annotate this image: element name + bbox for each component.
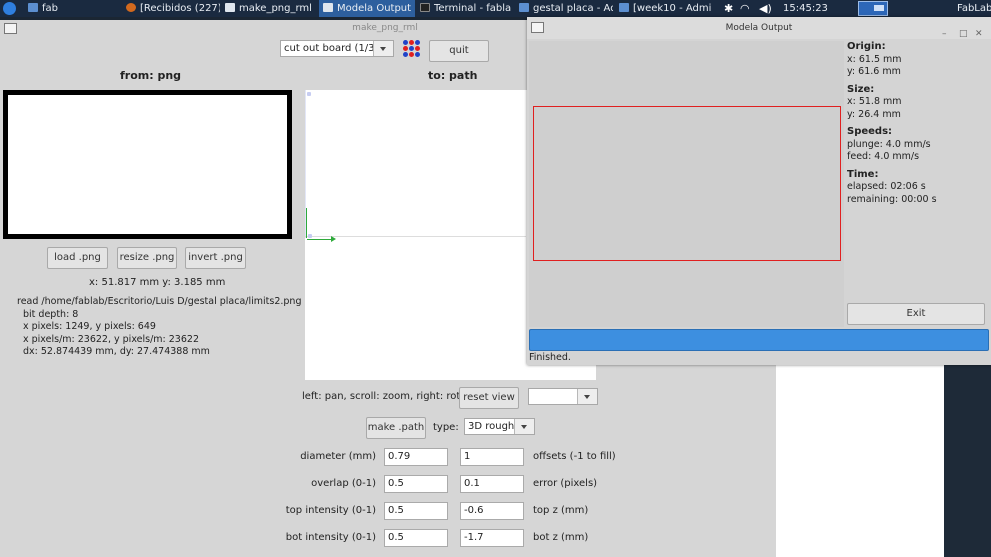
- folder-icon: [519, 3, 529, 12]
- overlap-label: overlap (0-1): [311, 478, 376, 489]
- x-axis-line: [307, 239, 333, 240]
- bot-intensity-field[interactable]: 0.5: [384, 529, 448, 547]
- to-header: to: path: [428, 69, 478, 82]
- elapsed-time: elapsed: 02:06 s: [847, 181, 926, 192]
- task-fab[interactable]: fab: [28, 0, 118, 17]
- offsets-field[interactable]: 1: [460, 448, 524, 466]
- remaining-time: remaining: 00:00 s: [847, 193, 937, 205]
- info-dimensions: dx: 52.874439 mm, dy: 27.474388 mm: [23, 346, 210, 357]
- window-menu-icon[interactable]: [4, 23, 17, 34]
- task-email[interactable]: [Recibidos (227)...: [126, 0, 220, 17]
- quit-button[interactable]: quit: [429, 40, 489, 62]
- background-window: [776, 365, 944, 557]
- type-select[interactable]: 3D rough: [464, 418, 535, 435]
- window-icon: [323, 3, 333, 12]
- workspace-switcher-icon[interactable]: [858, 1, 888, 16]
- grid-line: [305, 236, 526, 237]
- chevron-down-icon: [577, 389, 597, 404]
- clock[interactable]: 15:45:23: [783, 0, 828, 17]
- window-menu-icon[interactable]: [531, 22, 544, 33]
- bot-z-label: bot z (mm): [533, 532, 589, 543]
- error-label: error (pixels): [533, 478, 598, 489]
- chevron-down-icon: [514, 419, 534, 434]
- modela-title: Modela Output: [725, 23, 793, 33]
- toolpath-canvas: [529, 41, 844, 327]
- task-gestal-placa[interactable]: gestal placa - Ad...: [519, 0, 613, 17]
- status-text: Finished.: [529, 352, 571, 363]
- window-icon: [225, 3, 235, 12]
- top-intensity-field[interactable]: 0.5: [384, 502, 448, 520]
- folder-icon: [619, 3, 629, 12]
- cursor-coordinates: x: 51.817 mm y: 3.185 mm: [89, 277, 226, 288]
- progress-bar: [529, 329, 989, 351]
- overlap-field[interactable]: 0.5: [384, 475, 448, 493]
- machine-logo-icon: [403, 40, 421, 58]
- corner-marker: [307, 92, 311, 96]
- y-axis-line: [306, 208, 307, 238]
- desktop-background: [944, 365, 991, 557]
- time-label: Time:: [847, 168, 879, 180]
- toolpath-outline: [533, 106, 841, 261]
- info-pixels: x pixels: 1249, y pixels: 649: [23, 321, 156, 332]
- origin-label: Origin:: [847, 41, 886, 52]
- origin-y: y: 61.6 mm: [847, 66, 901, 77]
- task-week10[interactable]: [week10 - Admi...: [619, 0, 711, 17]
- process-select[interactable]: cut out board (1/32): [280, 40, 394, 57]
- top-z-label: top z (mm): [533, 505, 589, 516]
- top-z-field[interactable]: -0.6: [460, 502, 524, 520]
- modela-titlebar[interactable]: Modela Output – □ ✕: [527, 17, 991, 39]
- size-x: x: 51.8 mm: [847, 96, 902, 107]
- png-image: [8, 95, 287, 234]
- png-info: read /home/fablab/Escritorio/Luis D/gest…: [17, 296, 301, 359]
- resize-png-button[interactable]: resize .png: [117, 247, 177, 269]
- wifi-icon[interactable]: ◠: [740, 0, 750, 17]
- load-png-button[interactable]: load .png: [47, 247, 108, 269]
- start-menu-icon[interactable]: [3, 2, 16, 15]
- offsets-label: offsets (-1 to fill): [533, 451, 616, 462]
- task-make-png-rml[interactable]: make_png_rml: [225, 0, 315, 17]
- size-label: Size:: [847, 83, 875, 95]
- info-pixels-per-m: x pixels/m: 23622, y pixels/m: 23622: [23, 333, 199, 345]
- diameter-field[interactable]: 0.79: [384, 448, 448, 466]
- from-header: from: png: [120, 69, 182, 82]
- chevron-down-icon: [373, 41, 393, 56]
- feed-speed: feed: 4.0 mm/s: [847, 151, 920, 162]
- corner-marker: [308, 234, 312, 238]
- info-bit-depth: bit depth: 8: [23, 308, 79, 320]
- size-y: y: 26.4 mm: [847, 108, 901, 120]
- view-select[interactable]: [528, 388, 598, 405]
- bot-intensity-label: bot intensity (0-1): [285, 532, 376, 543]
- firefox-icon: [126, 3, 136, 12]
- exit-button[interactable]: Exit: [847, 303, 985, 325]
- view-hint: left: pan, scroll: zoom, right: rotate: [302, 391, 477, 402]
- top-intensity-label: top intensity (0-1): [285, 505, 376, 516]
- plunge-speed: plunge: 4.0 mm/s: [847, 138, 931, 150]
- invert-png-button[interactable]: invert .png: [185, 247, 246, 269]
- reset-view-button[interactable]: reset view: [459, 387, 519, 409]
- task-modela-output[interactable]: Modela Output: [319, 0, 415, 17]
- error-field[interactable]: 0.1: [460, 475, 524, 493]
- volume-icon[interactable]: ◀): [759, 0, 772, 17]
- taskbar: fab [Recibidos (227)... make_png_rml Mod…: [0, 0, 991, 17]
- job-info: Origin: x: 61.5 mm y: 61.6 mm Size: x: 5…: [847, 41, 987, 206]
- terminal-icon: [420, 3, 430, 12]
- origin-x: x: 61.5 mm: [847, 53, 902, 65]
- diameter-label: diameter (mm): [300, 451, 376, 462]
- task-terminal[interactable]: Terminal - fabla...: [420, 0, 512, 17]
- speeds-label: Speeds:: [847, 126, 893, 137]
- png-preview[interactable]: [3, 90, 292, 239]
- folder-icon: [28, 3, 38, 12]
- bot-z-field[interactable]: -1.7: [460, 529, 524, 547]
- info-file-path: read /home/fablab/Escritorio/Luis D/gest…: [17, 296, 302, 307]
- make-path-button[interactable]: make .path: [366, 417, 426, 439]
- type-label: type:: [433, 422, 459, 433]
- x-axis-arrow-icon: [331, 236, 336, 242]
- bluetooth-icon[interactable]: ✱: [724, 0, 733, 17]
- modela-output-window: Modela Output – □ ✕ Origin: x: 61.5 mm y…: [527, 17, 991, 365]
- user-menu[interactable]: FabLab: [957, 0, 991, 17]
